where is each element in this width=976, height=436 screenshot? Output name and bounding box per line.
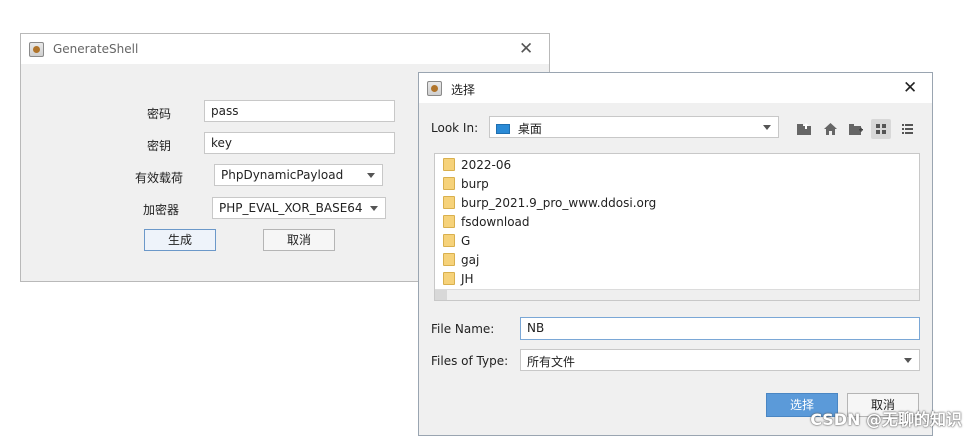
encoder-select[interactable]: PHP_EVAL_XOR_BASE64 <box>212 197 386 219</box>
folder-icon <box>443 253 455 266</box>
up-folder-icon[interactable] <box>794 119 814 139</box>
java-app-icon <box>427 81 442 96</box>
folder-icon <box>443 234 455 247</box>
payload-select-value: PhpDynamicPayload <box>221 168 344 182</box>
file-name: JH <box>461 272 474 286</box>
scrollbar-thumb[interactable] <box>435 290 447 300</box>
file-name: burp <box>461 177 489 191</box>
key-label: 密钥 <box>146 139 171 153</box>
generate-shell-titlebar: GenerateShell ✕ <box>21 34 549 64</box>
file-name: burp_2021.9_pro_www.ddosi.org <box>461 196 657 210</box>
file-list[interactable]: 2022-06 burp burp_2021.9_pro_www.ddosi.o… <box>434 153 920 301</box>
home-icon[interactable] <box>820 119 840 139</box>
close-icon[interactable]: ✕ <box>519 41 533 58</box>
file-name-input[interactable]: NB <box>520 317 920 340</box>
file-name: 2022-06 <box>461 158 512 172</box>
files-of-type-select[interactable]: 所有文件 <box>520 349 920 371</box>
payload-select[interactable]: PhpDynamicPayload <box>214 164 383 186</box>
encoder-select-value: PHP_EVAL_XOR_BASE64 <box>219 201 363 215</box>
folder-icon <box>443 272 455 285</box>
horizontal-scrollbar[interactable] <box>435 289 919 300</box>
cancel-button[interactable]: 取消 <box>263 229 335 251</box>
file-name: G <box>461 234 471 248</box>
file-chooser-dialog: 选择 ✕ Look In: 桌面 2022-06 burp burp_2021.… <box>418 72 933 436</box>
password-field[interactable]: pass <box>204 100 395 122</box>
chevron-down-icon <box>370 206 378 211</box>
folder-icon <box>443 158 455 171</box>
desktop-icon <box>496 124 510 134</box>
folder-icon <box>443 177 455 190</box>
files-of-type-value: 所有文件 <box>527 355 576 369</box>
close-icon[interactable]: ✕ <box>903 80 917 97</box>
look-in-value: 桌面 <box>517 122 542 136</box>
dialog-title: 选择 <box>451 83 476 97</box>
payload-label: 有效载荷 <box>134 171 183 185</box>
password-label: 密码 <box>146 107 171 121</box>
files-of-type-label: Files of Type: <box>431 354 509 368</box>
chevron-down-icon <box>367 173 375 178</box>
list-view-icon[interactable] <box>871 119 891 139</box>
file-name: fsdownload <box>461 215 530 229</box>
encoder-label: 加密器 <box>142 203 179 217</box>
window-title: GenerateShell <box>53 42 139 56</box>
file-name-label: File Name: <box>431 322 495 336</box>
generate-button[interactable]: 生成 <box>144 229 216 251</box>
folder-icon <box>443 215 455 228</box>
chevron-down-icon <box>904 358 912 363</box>
details-view-icon[interactable] <box>897 119 917 139</box>
dialog-cancel-button[interactable]: 取消 <box>847 393 919 417</box>
file-chooser-titlebar: 选择 ✕ <box>419 73 932 103</box>
select-button[interactable]: 选择 <box>766 393 838 417</box>
chevron-down-icon <box>763 125 771 130</box>
look-in-select[interactable]: 桌面 <box>489 116 779 138</box>
look-in-label: Look In: <box>431 121 479 135</box>
folder-icon <box>443 196 455 209</box>
java-app-icon <box>29 42 44 57</box>
file-name: gaj <box>461 253 480 267</box>
key-field[interactable]: key <box>204 132 395 154</box>
new-folder-icon[interactable] <box>846 119 866 139</box>
